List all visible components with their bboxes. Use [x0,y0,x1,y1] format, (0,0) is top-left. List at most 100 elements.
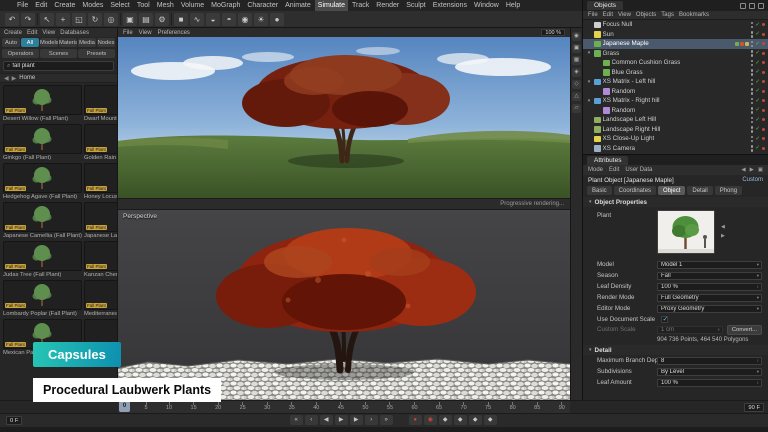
render-dot-icon[interactable] [762,118,765,121]
objects-menu-item[interactable]: Edit [603,12,613,18]
menubar-item[interactable]: Window [471,0,502,11]
enabled-check-icon[interactable] [755,126,760,132]
perspective-viewport-canvas[interactable]: Perspective [118,210,570,400]
visibility-dots-icon[interactable] [751,136,754,143]
asset-filter-tab[interactable]: Presets [78,49,115,58]
record-keyframe-icon[interactable]: ● [409,415,422,425]
previous-frame-icon[interactable]: ◀ [320,415,333,425]
menubar-item[interactable]: Modes [79,0,106,11]
enabled-check-icon[interactable] [755,22,760,28]
object-row[interactable]: Common Cushion Grass [583,58,768,68]
use-document-scale-checkbox[interactable] [661,316,668,323]
object-row[interactable]: Landscape Right Hill [583,125,768,135]
history-back-icon[interactable]: ◀ [741,167,745,173]
attribute-value-field[interactable]: Full Geometry [657,294,762,302]
enabled-check-icon[interactable] [755,50,760,56]
object-row[interactable]: XS Close-Up Light [583,134,768,144]
enabled-check-icon[interactable] [755,136,760,142]
tab-attributes[interactable]: Attributes [587,156,628,165]
workplane-icon[interactable]: ▦ [572,56,581,65]
menubar-item[interactable]: MoGraph [208,0,243,11]
menubar-item[interactable]: Tool [134,0,153,11]
dock-icon[interactable] [740,3,746,9]
timeline-playhead[interactable]: 0 [119,401,130,412]
render-view-menu-item[interactable]: File [123,30,133,36]
object-row[interactable]: Grass [583,49,768,59]
menubar-item[interactable]: Track [349,0,372,11]
menubar-item[interactable]: Sculpt [403,0,428,11]
attribute-value-field[interactable]: 100 % [657,379,762,387]
visibility-dots-icon[interactable] [751,126,754,133]
render-dot-icon[interactable] [762,137,765,140]
preview-prev-icon[interactable]: ◀ [721,224,725,230]
objects-menu-item[interactable]: Bookmarks [679,12,709,18]
enabled-check-icon[interactable] [755,98,760,104]
asset-filter-tab[interactable]: Media [78,38,96,47]
record-scale-icon[interactable]: ◆ [454,415,467,425]
visibility-dots-icon[interactable] [751,31,754,38]
next-frame-icon[interactable]: ▶ [350,415,363,425]
enabled-check-icon[interactable] [755,69,760,75]
record-position-icon[interactable]: ◆ [439,415,452,425]
toolbar-separator[interactable] [171,13,172,25]
render-dot-icon[interactable] [762,99,765,102]
attributes-menu-item[interactable]: User Data [625,167,652,173]
float-icon[interactable] [749,3,755,9]
last-tool-icon[interactable]: ◎ [104,13,118,26]
live-selection-icon[interactable]: ↖ [40,13,54,26]
attribute-value-field[interactable]: Fall [657,272,762,280]
attributes-menu-item[interactable]: Mode [588,167,603,173]
render-dot-icon[interactable] [762,71,765,74]
menubar-item[interactable]: Render [373,0,402,11]
attribute-value-field[interactable]: Proxy Geometry [657,305,762,313]
render-view-menu-item[interactable]: View [139,30,152,36]
end-frame-field[interactable]: 90 F [744,403,764,412]
render-dot-icon[interactable] [762,61,765,64]
toolbar-separator[interactable] [120,13,121,25]
visibility-dots-icon[interactable] [751,145,754,152]
scale-tool-icon[interactable]: ◱ [72,13,86,26]
expand-arrow-icon[interactable] [586,50,592,56]
goto-end-icon[interactable]: » [380,415,393,425]
Japanese Larch (Fall Plant)[interactable]: Fall Plant Japanese Larch (Fall Plant) [84,202,117,239]
points-mode-icon[interactable]: ◈ [572,68,581,77]
Kanzan Cherry (Fall Plant)[interactable]: Fall Plant Kanzan Cherry (Fall Plant) [84,241,117,278]
enabled-check-icon[interactable] [755,117,760,123]
visibility-dots-icon[interactable] [751,79,754,86]
objects-menu-item[interactable]: Tags [661,12,674,18]
object-row[interactable]: XS Matrix - Left hill [583,77,768,87]
goto-start-icon[interactable]: « [290,415,303,425]
previous-key-icon[interactable]: ‹ [305,415,318,425]
object-row[interactable]: XS Matrix - Right hill [583,96,768,106]
undo-icon[interactable]: ↶ [5,13,19,26]
record-rotation-icon[interactable]: ◆ [469,415,482,425]
texture-mode-icon[interactable]: ▣ [572,44,581,53]
menubar-item[interactable]: Animate [282,0,314,11]
render-zoom-field[interactable]: 100 % [541,29,565,36]
object-row[interactable]: Landscape Left Hill [583,115,768,125]
asset-browser-menu-item[interactable]: Databases [60,30,89,36]
asset-search-input[interactable] [12,63,110,69]
lock-icon[interactable]: ▣ [758,167,763,173]
enabled-check-icon[interactable] [755,79,760,85]
enable-axis-icon[interactable]: ▱ [572,104,581,113]
render-dot-icon[interactable] [762,147,765,150]
object-row[interactable]: Focus Null [583,20,768,30]
Ginkgo (Fall Plant)[interactable]: Fall Plant Ginkgo (Fall Plant) [3,124,82,161]
enabled-check-icon[interactable] [755,145,760,151]
menubar-item[interactable]: Edit [32,0,50,11]
asset-filter-tab[interactable]: Models [40,38,58,47]
visibility-dots-icon[interactable] [751,22,754,29]
Japanese Camellia (Fall Plant)[interactable]: Fall Plant Japanese Camellia (Fall Plant… [3,202,82,239]
light-icon[interactable]: ☀ [254,13,268,26]
back-icon[interactable]: ◀ [4,75,9,82]
attribute-tab[interactable]: Object [658,186,685,195]
next-key-icon[interactable]: › [365,415,378,425]
render-viewport-canvas[interactable] [118,37,570,198]
history-forward-icon[interactable]: ▶ [750,167,754,173]
object-tags[interactable] [735,42,749,46]
custom-link[interactable]: Custom [742,177,763,183]
section-detail[interactable]: Detail [583,345,768,355]
visibility-dots-icon[interactable] [751,41,754,48]
primitive-cube-icon[interactable]: ■ [174,13,188,26]
